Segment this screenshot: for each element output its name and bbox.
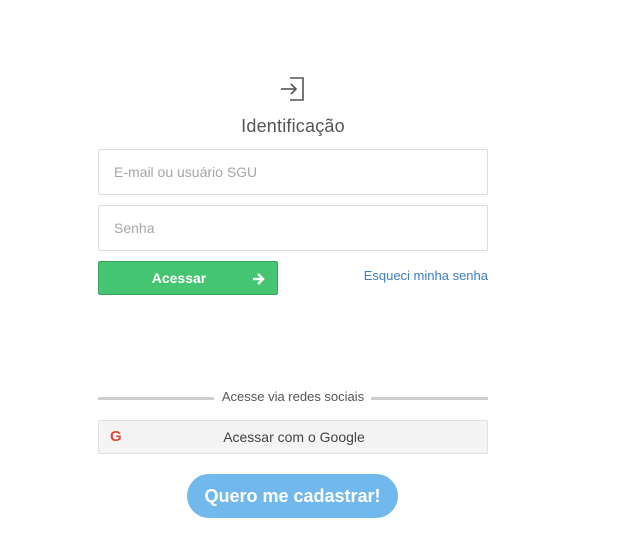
signup-button[interactable]: Quero me cadastrar! [187,474,398,518]
arrow-right-icon [253,273,265,285]
google-login-button[interactable]: G Acessar com o Google [98,420,488,454]
page-title: Identificação [241,116,345,136]
password-field[interactable] [98,205,488,251]
google-login-label: Acessar com o Google [223,429,365,445]
social-divider-text: Acesse via redes sociais [221,389,365,404]
login-button-label: Acessar [151,270,207,286]
sign-in-icon [281,77,304,101]
email-field[interactable] [98,149,488,195]
login-page: Identificação Acessar Esqueci minha senh… [0,0,625,557]
login-button[interactable]: Acessar [98,261,278,295]
social-divider: Acesse via redes sociais [98,387,488,407]
forgot-password-link[interactable]: Esqueci minha senha [364,268,488,283]
